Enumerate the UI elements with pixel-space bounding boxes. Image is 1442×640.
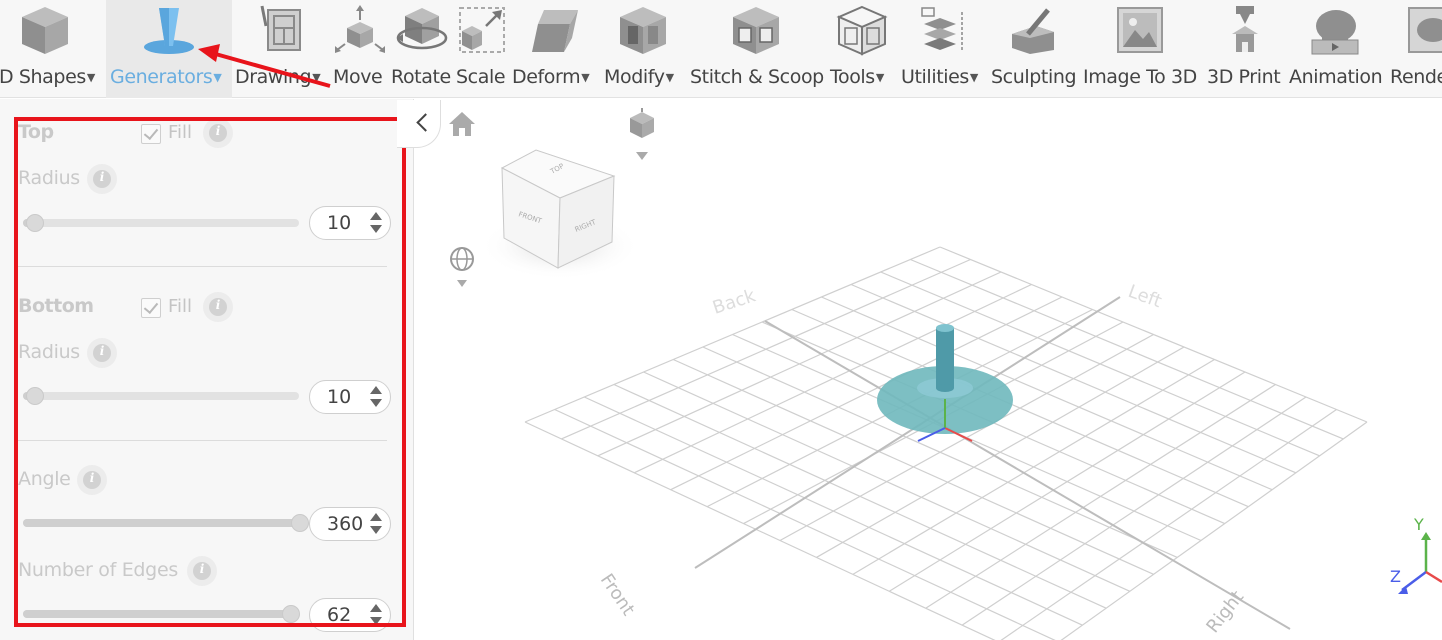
angle-slider[interactable] [23,514,309,532]
top-fill-checkbox[interactable] [141,124,161,144]
toolbar-label: Deform [512,66,581,88]
grid-axis-line [694,296,1121,569]
chevron-down-icon: ▼ [665,71,674,84]
toolbar-3d-print[interactable]: 3D Print [1206,0,1288,98]
grid-axis-line [764,320,1291,630]
top-radius-input[interactable]: 10 [309,206,391,240]
edges-input[interactable]: 62 [309,598,391,632]
bottom-radius-slider-thumb[interactable] [26,387,44,405]
top-radius-spinner[interactable] [370,208,382,238]
animation-icon [1311,10,1359,55]
top-radius-info-icon[interactable]: i [87,164,117,194]
axis-label-z: Z [1390,567,1401,586]
scale-icon [459,7,505,53]
toolbar-label: Scale [456,66,506,88]
edges-slider[interactable] [23,605,300,623]
toolbar-animation[interactable]: Animation [1288,0,1386,98]
bottom-fill-info-icon[interactable]: i [203,292,233,322]
toolbar-label: Utilities [901,66,969,88]
generators-icon [144,8,194,54]
grid-line [791,308,1249,508]
move-icon [335,5,385,53]
chevron-down-icon: ▼ [86,71,95,84]
top-fill-info-icon[interactable]: i [203,118,233,148]
toolbar-label: D Shapes [0,66,86,88]
top-radius-slider[interactable] [23,214,299,232]
tools-icon [836,5,888,56]
toolbar-utilities[interactable]: Utilities▼ [900,0,988,98]
modify-icon [620,7,666,54]
toolbar-rotate[interactable]: Rotate [391,0,455,98]
toolbar-label: Stitch & Scoop [690,66,824,88]
toolbar-sculpting[interactable]: Sculpting [990,0,1078,98]
edges-spinner[interactable] [370,600,382,630]
toolbar-tools[interactable]: Tools▼ [829,0,897,98]
chevron-down-icon: ▼ [875,71,884,84]
divider [18,440,387,441]
stitch-scoop-icon [733,7,779,54]
axis-label-y: Y [1413,515,1424,534]
render-icon [1408,7,1442,53]
toolbar-label: Tools [830,66,875,88]
edges-slider-thumb[interactable] [282,605,300,623]
utilities-icon [921,7,963,50]
bottom-radius-input[interactable]: 10 [309,380,391,414]
angle-slider-thumb[interactable] [291,514,309,532]
ground-label-left: Left [1125,281,1164,312]
bottom-radius-slider[interactable] [23,387,299,405]
toolbar-label: Rotate [391,66,451,88]
toolbar-3d-shapes[interactable]: D Shapes▼ [0,0,104,98]
top-heading: Top [18,121,54,143]
bottom-fill-label: Fill [168,296,193,317]
toolbar-render[interactable]: Rende [1389,0,1442,98]
ground-label-right: Right [1202,587,1248,637]
deform-icon [532,10,578,52]
image-to-3d-icon [1117,7,1163,53]
chevron-down-icon: ▼ [969,71,978,84]
angle-input[interactable]: 360 [309,507,391,541]
toolbar-label: Move [333,66,383,88]
top-radius-label: Radius [18,167,80,189]
angle-spinner[interactable] [370,509,382,539]
toolbar-label: Sculpting [991,66,1077,88]
chevron-down-icon: ▼ [581,71,590,84]
grid-line [816,346,1185,558]
toolbar-image-to-3d[interactable]: Image To 3D [1083,0,1201,98]
toolbar-label: Animation [1289,66,1383,88]
toolbar-move[interactable]: Move [333,0,389,98]
toolbar-label: Image To 3D [1083,66,1197,88]
angle-info-icon[interactable]: i [77,465,107,495]
bottom-radius-label: Radius [18,341,80,363]
toolbar-label: Modify [604,66,665,88]
toolbar-deform[interactable]: Deform▼ [512,0,602,98]
edges-info-icon[interactable]: i [187,556,217,586]
shapes-cube-icon [22,7,68,54]
axis-gizmo: Y Z [1390,515,1442,594]
bottom-radius-info-icon[interactable]: i [87,338,117,368]
toolbar-scale[interactable]: Scale [456,0,510,98]
toolbar-stitch-scoop[interactable]: Stitch & Scoop [689,0,825,98]
bottom-radius-spinner[interactable] [370,382,382,412]
ground-label-front: Front [596,570,639,619]
angle-label: Angle [18,468,71,490]
annotation-arrow [198,44,331,88]
rotate-icon [396,8,448,50]
ground-label-back: Back [710,285,759,319]
toolbar-label: Rende [1390,66,1442,88]
divider [18,266,387,267]
top-radius-slider-thumb[interactable] [26,214,44,232]
toolbar-label: 3D Print [1207,66,1281,88]
toolbar-modify[interactable]: Modify▼ [604,0,686,98]
ground-grid [524,246,1368,640]
top-fill-label: Fill [168,122,193,143]
grid-line [1000,409,1337,640]
sculpting-icon [1012,8,1054,54]
3d-print-icon [1232,6,1258,52]
bottom-heading: Bottom [18,295,94,317]
scene-canvas: Back Left Front Right [524,246,1368,640]
bottom-fill-checkbox[interactable] [141,298,161,318]
edges-label: Number of Edges [18,559,178,581]
